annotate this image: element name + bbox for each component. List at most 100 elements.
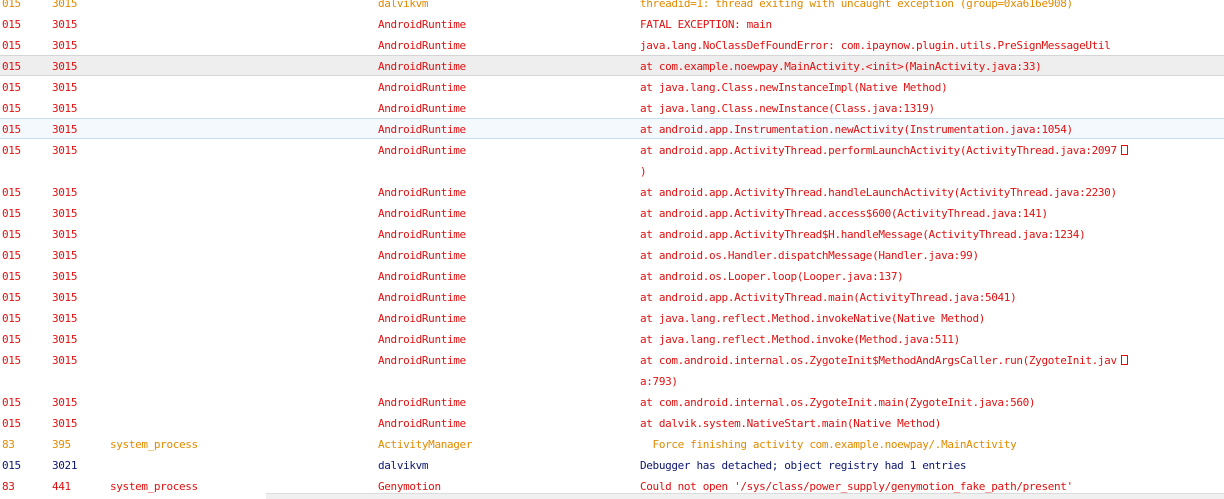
log-row[interactable]: 015 3015 AndroidRuntime at dalvik.system.Na… xyxy=(0,412,1224,433)
log-row[interactable]: 015 3015 AndroidRuntime at android.app.Acti… xyxy=(0,139,1224,181)
horizontal-scrollbar[interactable] xyxy=(266,493,1224,499)
log-message: at com.android.internal.os.ZygoteInit.ma… xyxy=(640,392,1188,413)
log-message: at android.app.ActivityThread.main(Activ… xyxy=(640,287,1188,308)
log-row[interactable]: 83 395 system_process ActivityManager Force… xyxy=(0,433,1224,454)
log-tid: 3015 xyxy=(52,291,78,304)
log-tag: AndroidRuntime xyxy=(378,333,466,346)
log-pid: 015 xyxy=(2,291,21,304)
log-message: Debugger has detached; object registry h… xyxy=(640,455,1188,476)
log-message: java.lang.NoClassDefFoundError: com.ipay… xyxy=(640,35,1188,56)
log-pid: 015 xyxy=(2,186,21,199)
log-tag: AndroidRuntime xyxy=(378,312,466,325)
log-pid: 015 xyxy=(2,249,21,262)
log-message: at android.app.ActivityThread.handleLaun… xyxy=(640,182,1188,203)
log-tid: 3015 xyxy=(52,60,78,73)
log-message-text: at android.app.ActivityThread$H.handleMe… xyxy=(640,228,1086,241)
log-message-text: Debugger has detached; object registry h… xyxy=(640,459,967,472)
log-tag: AndroidRuntime xyxy=(378,186,466,199)
log-message-text: FATAL EXCEPTION: main xyxy=(640,18,772,31)
log-message-text: at com.example.noewpay.MainActivity.<ini… xyxy=(640,60,1042,73)
log-row[interactable]: 015 3015 AndroidRuntime at java.lang.Class.… xyxy=(0,76,1224,97)
log-tid: 395 xyxy=(52,438,71,451)
logcat-panel: 015 3015 dalvikvm threadid=1: thread exitin… xyxy=(0,0,1224,499)
log-tid: 3015 xyxy=(52,249,78,262)
log-row[interactable]: 015 3015 AndroidRuntime at android.app.Acti… xyxy=(0,181,1224,202)
log-tag: AndroidRuntime xyxy=(378,102,466,115)
log-tag: dalvikvm xyxy=(378,0,429,10)
log-tag: dalvikvm xyxy=(378,459,429,472)
log-tid: 3015 xyxy=(52,228,78,241)
log-pid: 015 xyxy=(2,396,21,409)
log-pid: 015 xyxy=(2,0,21,10)
log-row[interactable]: 015 3015 AndroidRuntime at java.lang.Class.… xyxy=(0,97,1224,118)
log-row[interactable]: 015 3015 AndroidRuntime at android.os.Handl… xyxy=(0,244,1224,265)
log-row[interactable]: 015 3015 AndroidRuntime at android.app.Inst… xyxy=(0,118,1224,139)
log-row[interactable]: 015 3015 AndroidRuntime at com.example.noew… xyxy=(0,55,1224,76)
log-pid: 015 xyxy=(2,123,21,136)
log-row[interactable]: 015 3015 dalvikvm threadid=1: thread exitin… xyxy=(0,0,1224,13)
log-tid: 3015 xyxy=(52,396,78,409)
log-tid: 3015 xyxy=(52,102,78,115)
log-tid: 3015 xyxy=(52,18,78,31)
log-message-text: java.lang.NoClassDefFoundError: com.ipay… xyxy=(640,39,1111,52)
log-tag: AndroidRuntime xyxy=(378,249,466,262)
log-tag: AndroidRuntime xyxy=(378,81,466,94)
log-message-continuation: ) xyxy=(640,165,647,178)
log-pid: 015 xyxy=(2,81,21,94)
log-tid: 3015 xyxy=(52,354,78,367)
log-message: at com.android.internal.os.ZygoteInit$Me… xyxy=(640,350,1188,392)
log-message: at android.app.ActivityThread.access$600… xyxy=(640,203,1188,224)
log-pid: 83 xyxy=(2,480,15,493)
log-pid: 83 xyxy=(2,438,15,451)
log-message: at android.app.ActivityThread.performLau… xyxy=(640,140,1188,182)
log-message: at dalvik.system.NativeStart.main(Native… xyxy=(640,413,1188,434)
log-tid: 3015 xyxy=(52,39,78,52)
log-tag: AndroidRuntime xyxy=(378,417,466,430)
log-pid: 015 xyxy=(2,417,21,430)
log-tid: 3015 xyxy=(52,207,78,220)
log-message-text: threadid=1: thread exiting with uncaught… xyxy=(640,0,1073,10)
log-message: threadid=1: thread exiting with uncaught… xyxy=(640,0,1188,14)
log-message-text: at java.lang.reflect.Method.invokeNative… xyxy=(640,312,985,325)
log-row[interactable]: 015 3015 AndroidRuntime java.lang.NoClassDe… xyxy=(0,34,1224,55)
log-tag: AndroidRuntime xyxy=(378,354,466,367)
log-tid: 3015 xyxy=(52,186,78,199)
log-tid: 441 xyxy=(52,480,71,493)
log-tid: 3015 xyxy=(52,123,78,136)
log-tag: ActivityManager xyxy=(378,438,473,451)
log-row[interactable]: 015 3015 AndroidRuntime at android.app.Acti… xyxy=(0,202,1224,223)
log-message-text: at android.app.ActivityThread.main(Activ… xyxy=(640,291,1017,304)
log-row[interactable]: 015 3015 AndroidRuntime at java.lang.reflec… xyxy=(0,328,1224,349)
log-message: at android.os.Handler.dispatchMessage(Ha… xyxy=(640,245,1188,266)
log-pid: 015 xyxy=(2,60,21,73)
log-message-continuation: a:793) xyxy=(640,375,678,388)
log-pid: 015 xyxy=(2,354,21,367)
log-message: at android.app.Instrumentation.newActivi… xyxy=(640,119,1188,140)
log-message-text: Force finishing activity com.example.noe… xyxy=(640,438,1017,451)
log-row[interactable]: 015 3015 AndroidRuntime at android.os.Loope… xyxy=(0,265,1224,286)
log-row[interactable]: 015 3015 AndroidRuntime at java.lang.reflec… xyxy=(0,307,1224,328)
log-tag: AndroidRuntime xyxy=(378,228,466,241)
log-message-text: at android.app.Instrumentation.newActivi… xyxy=(640,123,1073,136)
log-tid: 3015 xyxy=(52,144,78,157)
log-tag: AndroidRuntime xyxy=(378,291,466,304)
log-row[interactable]: 015 3015 AndroidRuntime at android.app.Acti… xyxy=(0,286,1224,307)
log-row[interactable]: 015 3015 AndroidRuntime at com.android.inte… xyxy=(0,391,1224,412)
log-row[interactable]: 015 3015 AndroidRuntime at com.android.inte… xyxy=(0,349,1224,391)
log-tid: 3015 xyxy=(52,333,78,346)
log-pid: 015 xyxy=(2,270,21,283)
log-row[interactable]: 015 3015 AndroidRuntime at android.app.Acti… xyxy=(0,223,1224,244)
log-message-text: at android.app.ActivityThread.handleLaun… xyxy=(640,186,1117,199)
log-message-text: at java.lang.reflect.Method.invoke(Metho… xyxy=(640,333,960,346)
log-table: 015 3015 dalvikvm threadid=1: thread exitin… xyxy=(0,0,1224,496)
log-tag: AndroidRuntime xyxy=(378,123,466,136)
log-pid: 015 xyxy=(2,228,21,241)
log-pid: 015 xyxy=(2,333,21,346)
line-wrap-icon xyxy=(1120,145,1128,155)
log-message: Force finishing activity com.example.noe… xyxy=(640,434,1188,455)
log-row[interactable]: 015 3015 AndroidRuntime FATAL EXCEPTION: ma… xyxy=(0,13,1224,34)
log-pid: 015 xyxy=(2,102,21,115)
log-row[interactable]: 015 3021 dalvikvm Debugger has detached; ob… xyxy=(0,454,1224,475)
log-message: at java.lang.Class.newInstanceImpl(Nativ… xyxy=(640,77,1188,98)
log-message-text: at com.android.internal.os.ZygoteInit$Me… xyxy=(640,354,1117,367)
